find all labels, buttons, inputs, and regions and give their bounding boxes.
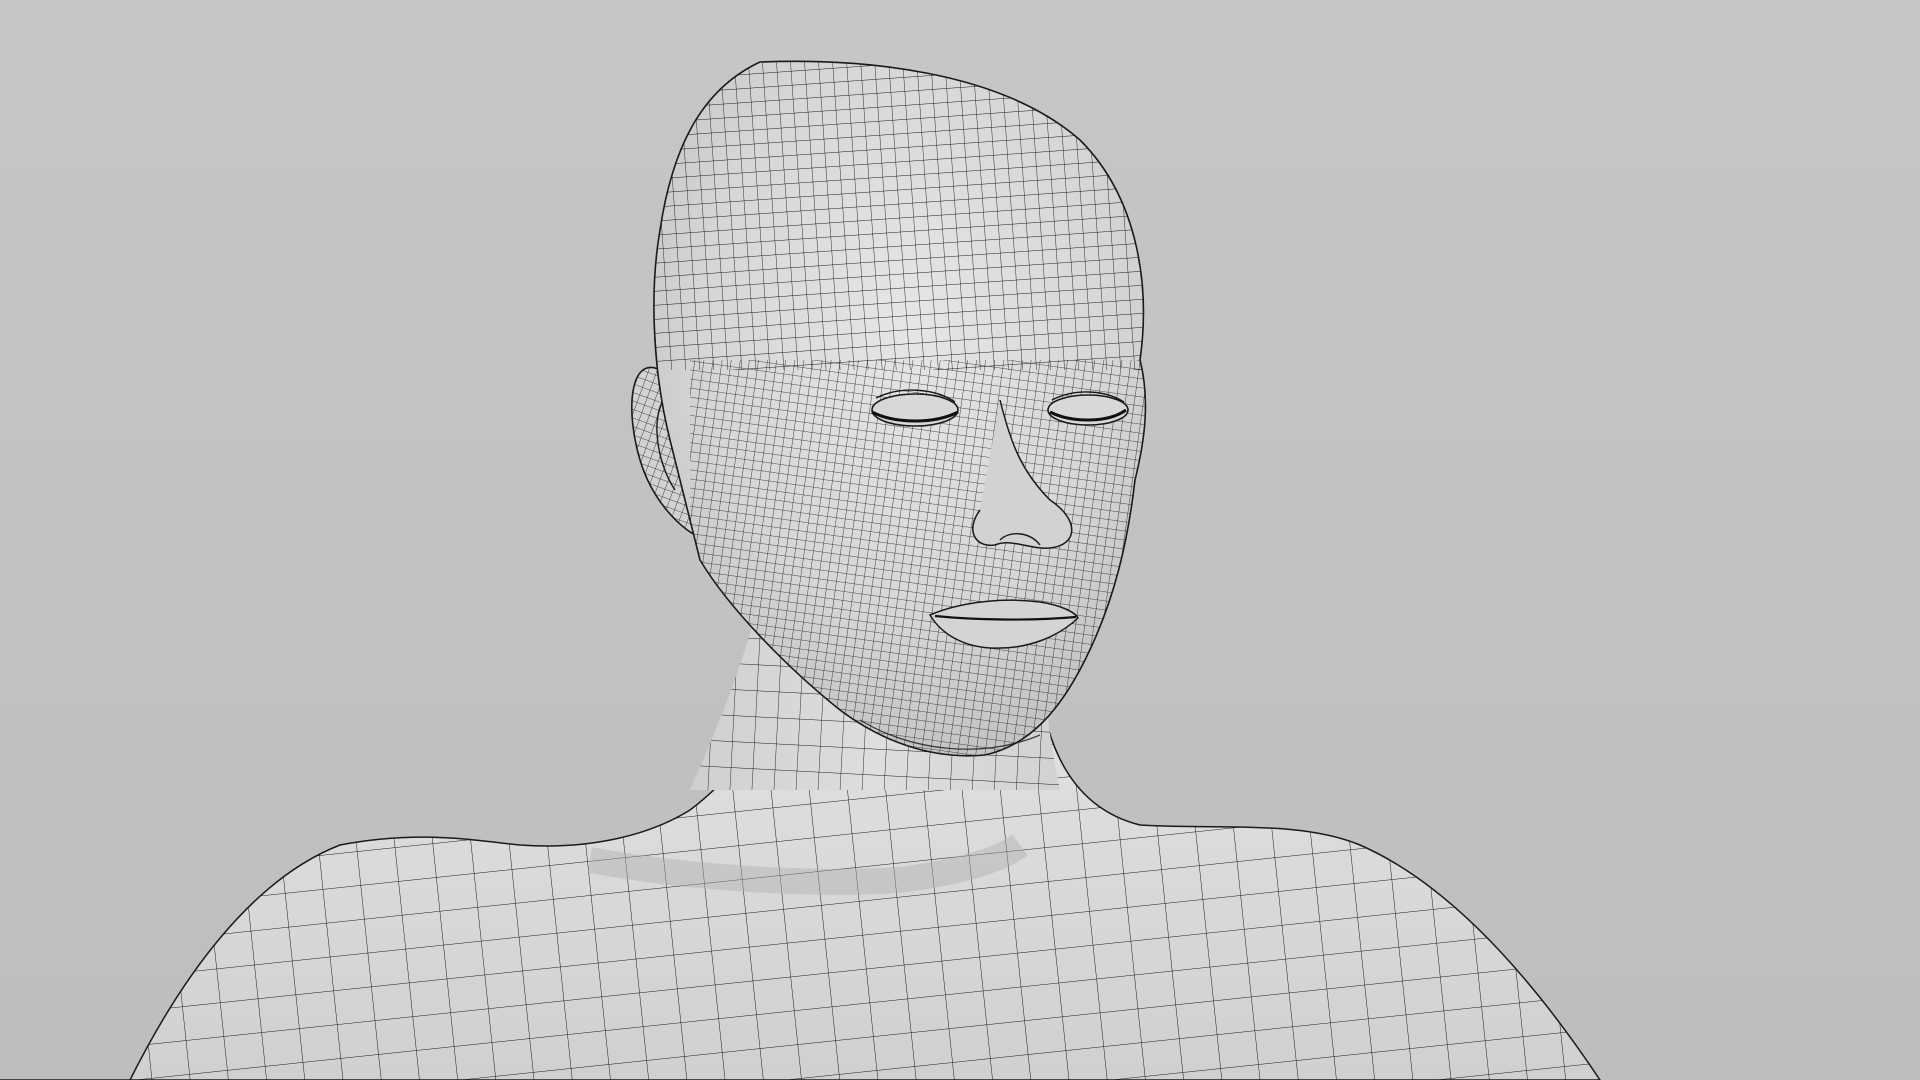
render-viewport: [0, 0, 1920, 1080]
wireframe-render: [0, 0, 1920, 1080]
